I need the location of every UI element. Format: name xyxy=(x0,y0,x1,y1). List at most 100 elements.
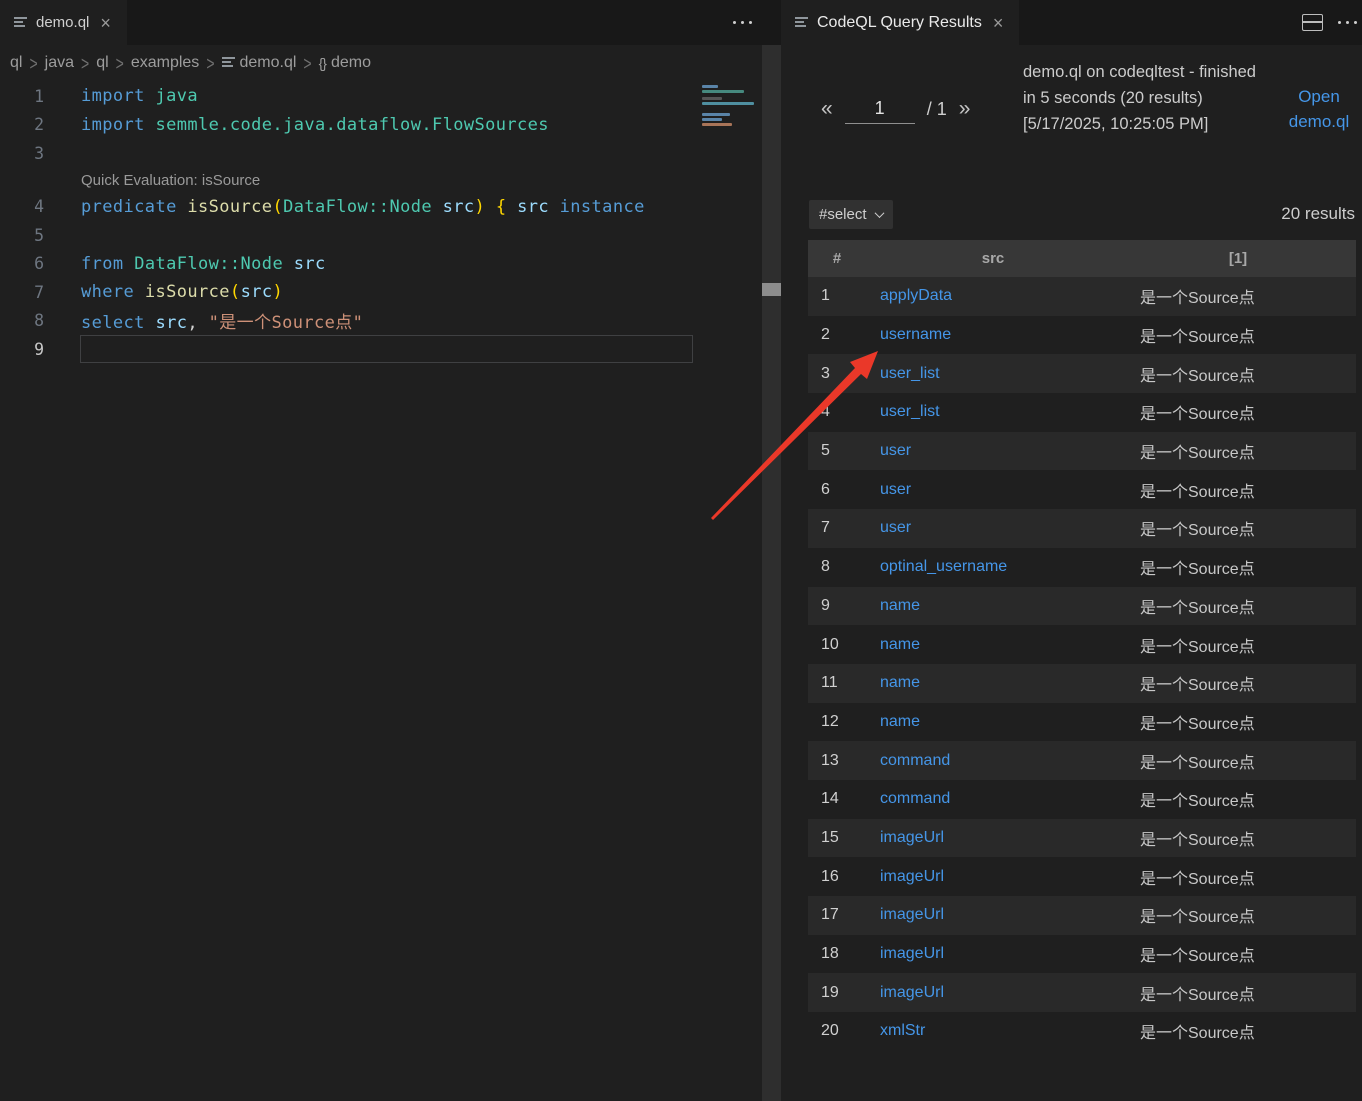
table-row[interactable]: 13command是一个Source点 xyxy=(808,741,1356,780)
code-token: isSource xyxy=(187,197,272,217)
src-link[interactable]: imageUrl xyxy=(866,868,1120,886)
page-number-input[interactable] xyxy=(845,94,915,124)
src-link[interactable]: command xyxy=(866,790,1120,808)
code-token xyxy=(124,254,135,274)
row-index: 11 xyxy=(808,674,866,692)
row-index: 20 xyxy=(808,1022,866,1040)
src-link[interactable]: user_list xyxy=(866,403,1120,421)
code-line[interactable]: 4predicate isSource(DataFlow::Node src) … xyxy=(0,193,694,222)
table-row[interactable]: 10name是一个Source点 xyxy=(808,625,1356,664)
close-icon[interactable]: × xyxy=(98,14,113,32)
scrollbar-thumb[interactable] xyxy=(762,283,781,296)
table-row[interactable]: 4user_list是一个Source点 xyxy=(808,393,1356,432)
line-number: 9 xyxy=(0,340,44,359)
table-row[interactable]: 9name是一个Source点 xyxy=(808,587,1356,626)
src-link[interactable]: applyData xyxy=(866,287,1120,305)
src-link[interactable]: imageUrl xyxy=(866,984,1120,1002)
breadcrumb-item-java[interactable]: java xyxy=(45,54,74,72)
table-row[interactable]: 12name是一个Source点 xyxy=(808,703,1356,742)
editor-more-actions-icon[interactable] xyxy=(733,21,752,24)
codelens-quick-evaluation[interactable]: Quick Evaluation: isSource xyxy=(0,168,694,193)
table-row[interactable]: 14command是一个Source点 xyxy=(808,780,1356,819)
table-row[interactable]: 6user是一个Source点 xyxy=(808,470,1356,509)
code-token: "是一个Source点" xyxy=(209,313,364,333)
minimap[interactable] xyxy=(698,45,760,445)
code-token: predicate xyxy=(81,197,177,217)
table-row[interactable]: 18imageUrl是一个Source点 xyxy=(808,935,1356,974)
table-row[interactable]: 8optinal_username是一个Source点 xyxy=(808,548,1356,587)
src-link[interactable]: name xyxy=(866,713,1120,731)
breadcrumb-item-ql[interactable]: ql xyxy=(96,54,108,72)
src-link[interactable]: user xyxy=(866,481,1120,499)
pagination: « / 1 » xyxy=(821,88,970,130)
src-link[interactable]: name xyxy=(866,636,1120,654)
src-link[interactable]: username xyxy=(866,326,1120,344)
src-link[interactable]: imageUrl xyxy=(866,906,1120,924)
breadcrumb-item-examples[interactable]: examples xyxy=(131,54,199,72)
row-index: 5 xyxy=(808,442,866,460)
src-link[interactable]: optinal_username xyxy=(866,558,1120,576)
result-message: 是一个Source点 xyxy=(1120,865,1356,889)
breadcrumb-item-ql[interactable]: ql xyxy=(10,54,22,72)
code-line[interactable]: 5 xyxy=(0,221,694,250)
row-index: 14 xyxy=(808,790,866,808)
src-link[interactable]: user xyxy=(866,442,1120,460)
src-link[interactable]: user_list xyxy=(866,365,1120,383)
table-row[interactable]: 15imageUrl是一个Source点 xyxy=(808,819,1356,858)
code-text: import semmle.code.java.dataflow.FlowSou… xyxy=(81,115,549,135)
code-line[interactable]: 3 xyxy=(0,139,694,168)
src-link[interactable]: xmlStr xyxy=(866,1022,1120,1040)
src-link[interactable]: name xyxy=(866,674,1120,692)
breadcrumb-label: ql xyxy=(10,54,22,72)
panel-more-actions-icon[interactable] xyxy=(1338,21,1357,24)
table-row[interactable]: 3user_list是一个Source点 xyxy=(808,354,1356,393)
results-file-icon xyxy=(795,17,808,29)
open-demo-ql-link[interactable]: Open demo.ql xyxy=(1277,84,1361,134)
results-panel: CodeQL Query Results × « / 1 » demo.ql o… xyxy=(781,0,1362,1101)
tab-codeql-query-results[interactable]: CodeQL Query Results × xyxy=(781,0,1019,45)
code-line[interactable]: 1import java xyxy=(0,82,694,111)
prev-page-button[interactable]: « xyxy=(821,97,833,121)
result-message: 是一个Source点 xyxy=(1120,710,1356,734)
row-index: 6 xyxy=(808,481,866,499)
close-icon[interactable]: × xyxy=(991,14,1006,32)
table-row[interactable]: 11name是一个Source点 xyxy=(808,664,1356,703)
breadcrumb-item-demo[interactable]: {}demo xyxy=(319,54,371,72)
src-link[interactable]: command xyxy=(866,752,1120,770)
src-link[interactable]: name xyxy=(866,597,1120,615)
code-lines[interactable]: 1import java2import semmle.code.java.dat… xyxy=(0,82,694,364)
src-link[interactable]: imageUrl xyxy=(866,945,1120,963)
table-row[interactable]: 1applyData是一个Source点 xyxy=(808,277,1356,316)
row-index: 4 xyxy=(808,403,866,421)
table-row[interactable]: 16imageUrl是一个Source点 xyxy=(808,857,1356,896)
split-editor-icon[interactable] xyxy=(1302,14,1323,31)
table-row[interactable]: 5user是一个Source点 xyxy=(808,432,1356,471)
row-index: 19 xyxy=(808,984,866,1002)
row-index: 17 xyxy=(808,906,866,924)
table-row[interactable]: 20xmlStr是一个Source点 xyxy=(808,1012,1356,1051)
next-page-button[interactable]: » xyxy=(959,97,971,121)
result-message: 是一个Source点 xyxy=(1120,284,1356,308)
table-row[interactable]: 2username是一个Source点 xyxy=(808,316,1356,355)
editor-scrollbar[interactable] xyxy=(762,45,781,1101)
select-dropdown[interactable]: #select xyxy=(809,200,893,229)
table-row[interactable]: 19imageUrl是一个Source点 xyxy=(808,973,1356,1012)
breadcrumb-item-demo.ql[interactable]: demo.ql xyxy=(222,54,297,72)
tab-demo-ql[interactable]: demo.ql × xyxy=(0,0,127,45)
current-line-highlight xyxy=(80,335,693,363)
code-line[interactable]: 8select src, "是一个Source点" xyxy=(0,307,694,336)
tab-label: demo.ql xyxy=(36,14,89,31)
code-line[interactable]: 2import semmle.code.java.dataflow.FlowSo… xyxy=(0,111,694,140)
result-message: 是一个Source点 xyxy=(1120,516,1356,540)
line-number: 4 xyxy=(0,197,44,216)
chevron-down-icon xyxy=(874,208,884,218)
table-row[interactable]: 7user是一个Source点 xyxy=(808,509,1356,548)
table-row[interactable]: 17imageUrl是一个Source点 xyxy=(808,896,1356,935)
code-line[interactable]: 6from DataFlow::Node src xyxy=(0,250,694,279)
src-link[interactable]: user xyxy=(866,519,1120,537)
code-line[interactable]: 7where isSource(src) xyxy=(0,278,694,307)
row-index: 16 xyxy=(808,868,866,886)
src-link[interactable]: imageUrl xyxy=(866,829,1120,847)
result-message: 是一个Source点 xyxy=(1120,942,1356,966)
result-message: 是一个Source点 xyxy=(1120,323,1356,347)
